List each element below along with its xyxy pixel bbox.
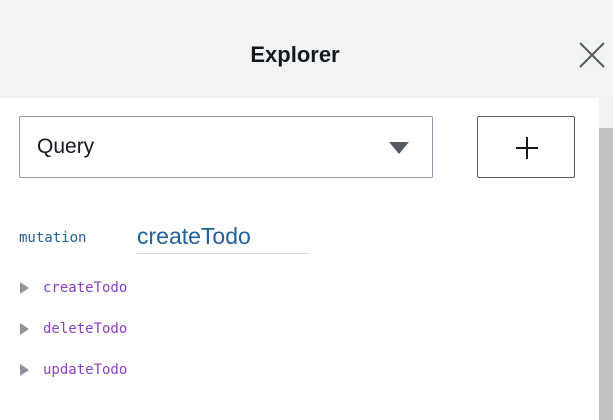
- field-item-updatetodo[interactable]: updateTodo: [19, 360, 419, 401]
- operation-name-input[interactable]: createTodo: [137, 220, 309, 254]
- close-icon: [579, 42, 605, 68]
- field-item-createtodo[interactable]: createTodo: [19, 278, 419, 319]
- expand-arrow-icon: [20, 323, 29, 335]
- operation-keyword: mutation: [19, 230, 87, 246]
- caret-down-icon: [389, 142, 409, 154]
- scrollbar-thumb[interactable]: [599, 128, 613, 420]
- field-label: updateTodo: [43, 362, 128, 378]
- expand-arrow-icon: [20, 282, 29, 294]
- explorer-header: Explorer: [0, 0, 613, 98]
- close-button[interactable]: [575, 38, 609, 72]
- operation-type-select[interactable]: Query: [19, 116, 433, 178]
- plus-icon: [516, 137, 538, 159]
- field-item-deletetodo[interactable]: deleteTodo: [19, 319, 419, 360]
- explorer-panel: Explorer Query mutation createTodo creat…: [0, 0, 613, 420]
- explorer-title: Explorer: [250, 42, 340, 67]
- field-label: createTodo: [43, 280, 128, 296]
- operation-type-value: Query: [37, 135, 95, 158]
- add-operation-button[interactable]: [477, 116, 575, 178]
- field-label: deleteTodo: [43, 321, 128, 337]
- field-list: createTodo deleteTodo updateTodo: [19, 278, 419, 401]
- expand-arrow-icon: [20, 364, 29, 376]
